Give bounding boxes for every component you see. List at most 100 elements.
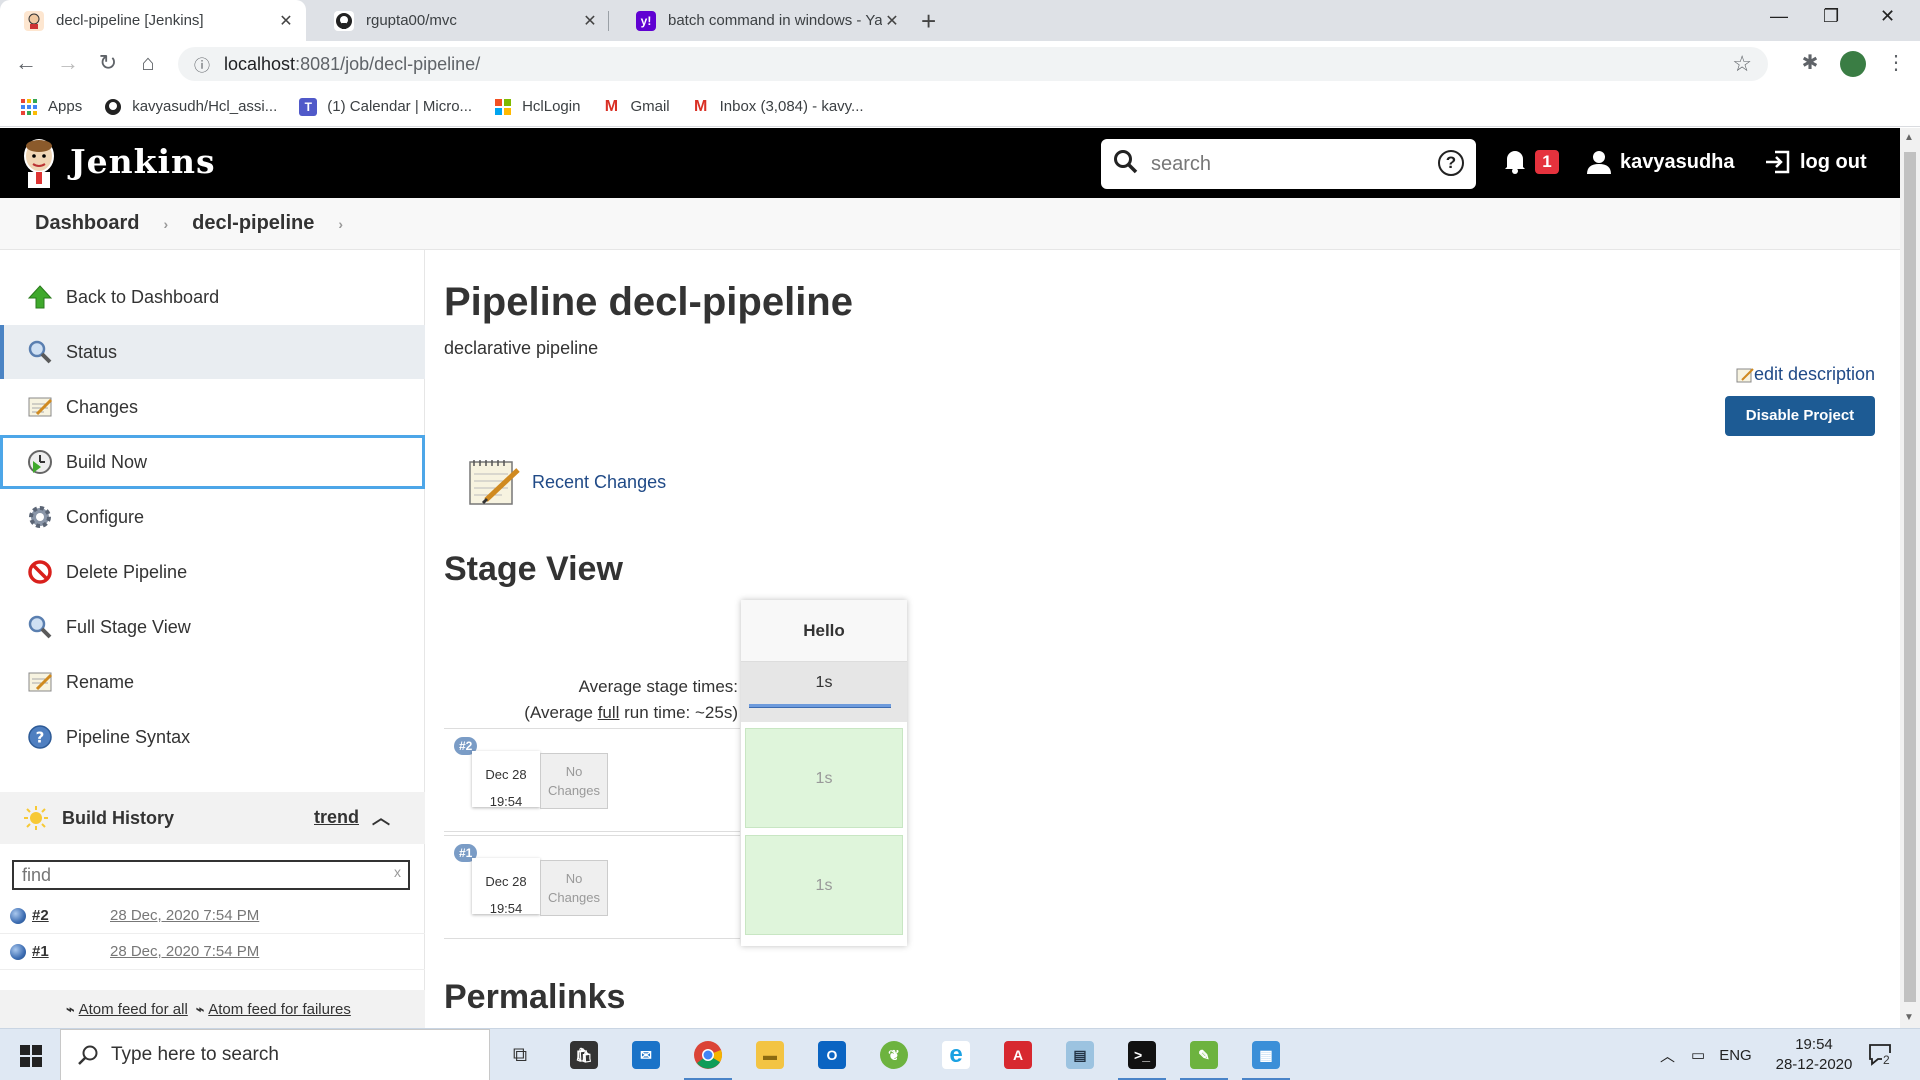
atom-feed-all-link[interactable]: Atom feed for all [79, 1001, 188, 1018]
task-pipeline-syntax[interactable]: ? Pipeline Syntax [0, 710, 425, 764]
chevron-right-icon[interactable]: › [163, 216, 168, 232]
gmail-icon: M [693, 97, 708, 115]
logout-icon[interactable] [1765, 150, 1791, 174]
build-date-link[interactable]: 28 Dec, 2020 7:54 PM [110, 907, 259, 924]
bookmark-apps[interactable]: Apps [20, 98, 82, 116]
build-date-link[interactable]: 28 Dec, 2020 7:54 PM [110, 943, 259, 960]
site-info-icon[interactable]: ⓘ [194, 52, 210, 76]
file-explorer-icon[interactable]: ▬ [742, 1029, 798, 1080]
atom-feed-failures-link[interactable]: Atom feed for failures [208, 1001, 351, 1018]
action-center-icon[interactable]: 2 [1868, 1043, 1894, 1067]
stage-run-row: #2 Dec 28 19:54 No Changes [444, 728, 740, 832]
tab-title: batch command in windows - Ya [668, 12, 882, 29]
build-number-link[interactable]: #2 [32, 907, 49, 924]
scrollbar-thumb[interactable] [1904, 152, 1916, 1002]
page-title: Pipeline decl-pipeline [444, 280, 853, 324]
page-scrollbar[interactable]: ▲ ▼ [1900, 128, 1920, 1028]
browser-tab-jenkins[interactable]: decl-pipeline [Jenkins] ✕ [0, 0, 306, 41]
chevron-right-icon[interactable]: › [338, 216, 343, 232]
average-stage-times-text: Average stage times: [578, 677, 738, 696]
task-view-icon[interactable]: ⧉ [492, 1029, 548, 1080]
task-delete-pipeline[interactable]: Delete Pipeline [0, 545, 425, 599]
battery-icon[interactable]: ▭ [1691, 1046, 1705, 1064]
breadcrumb-decl-pipeline[interactable]: decl-pipeline [192, 212, 314, 235]
control-panel-icon[interactable]: ▦ [1238, 1029, 1294, 1080]
build-date-card: Dec 28 19:54 [472, 751, 540, 809]
eclipse-icon[interactable]: ✎ [1176, 1029, 1232, 1080]
recent-changes-label: Recent Changes [532, 471, 667, 492]
clear-filter-icon[interactable]: x [394, 864, 401, 880]
avg-full-suffix: run time: ~25s) [619, 703, 738, 722]
help-icon: ? [26, 723, 54, 751]
bookmark-hcllogin[interactable]: HclLogin [494, 98, 580, 116]
recent-changes-link[interactable]: Recent Changes [466, 454, 666, 510]
help-icon[interactable]: ? [1438, 150, 1464, 176]
close-tab-icon[interactable]: ✕ [276, 11, 296, 31]
chrome-icon[interactable] [680, 1029, 736, 1080]
new-tab-icon[interactable]: + [921, 6, 936, 37]
disable-project-button[interactable]: Disable Project [1725, 396, 1875, 436]
jenkins-brand[interactable]: Jenkins [70, 142, 216, 181]
spring-tool-icon[interactable]: ❦ [866, 1029, 922, 1080]
command-prompt-icon[interactable]: >_ [1114, 1029, 1170, 1080]
scroll-up-icon[interactable]: ▲ [1904, 132, 1914, 143]
scroll-down-icon[interactable]: ▼ [1904, 1012, 1914, 1023]
taskbar-clock[interactable]: 19:54 28-12-2020 [1766, 1035, 1862, 1075]
trend-link[interactable]: trend [314, 807, 359, 828]
close-tab-icon[interactable]: ✕ [882, 11, 902, 31]
task-build-now[interactable]: Build Now [0, 435, 425, 489]
reload-icon[interactable]: ↻ [94, 50, 122, 76]
task-back-to-dashboard[interactable]: Back to Dashboard [0, 270, 425, 324]
bookmark-star-icon[interactable]: ☆ [1732, 51, 1752, 77]
mail-icon[interactable]: ✉ [618, 1029, 674, 1080]
task-status[interactable]: Status [0, 325, 425, 379]
project-description: declarative pipeline [444, 338, 599, 358]
extensions-icon[interactable]: ✱ [1796, 50, 1824, 75]
clock-play-icon [26, 448, 54, 476]
logout-link[interactable]: log out [1800, 151, 1867, 174]
browser-tab-yahoo[interactable]: y! batch command in windows - Ya ✕ [612, 0, 912, 41]
windows-start-icon[interactable] [20, 1045, 42, 1067]
taskbar-search-box[interactable]: Type here to search [60, 1029, 490, 1080]
store-icon[interactable]: 🛍 [556, 1029, 612, 1080]
task-configure[interactable]: Configure [0, 490, 425, 544]
back-icon[interactable]: ← [12, 50, 40, 76]
language-indicator[interactable]: ENG [1719, 1047, 1752, 1064]
jenkins-favicon-icon [24, 10, 44, 31]
home-icon[interactable]: ⌂ [134, 50, 162, 76]
bookmark-inbox[interactable]: M Inbox (3,084) - kavy... [692, 98, 864, 116]
task-rename[interactable]: Rename [0, 655, 425, 709]
acrobat-icon[interactable]: A [990, 1029, 1046, 1080]
bookmark-github[interactable]: kavyasudh/Hcl_assi... [104, 98, 277, 116]
chevron-up-icon[interactable]: ︿ [1660, 1045, 1675, 1066]
browser-tab-github[interactable]: rgupta00/mvc ✕ [310, 0, 610, 41]
forward-icon[interactable]: → [54, 50, 82, 76]
chevron-up-icon[interactable]: ︿ [372, 804, 390, 830]
build-number-link[interactable]: #1 [32, 943, 49, 960]
browser-menu-icon[interactable]: ⋮ [1882, 50, 1910, 75]
stage-cell-success[interactable]: 1s [745, 835, 903, 935]
minimize-icon[interactable]: — [1770, 6, 1788, 27]
search-input[interactable]: search [1151, 153, 1211, 176]
notepad-app-icon[interactable]: ▤ [1052, 1029, 1108, 1080]
stage-cell-success[interactable]: 1s [745, 728, 903, 828]
close-tab-icon[interactable]: ✕ [580, 11, 600, 31]
internet-explorer-icon[interactable]: e [928, 1029, 984, 1080]
search-box[interactable]: search ? [1101, 139, 1476, 189]
build-history-filter-input[interactable] [12, 860, 410, 890]
profile-avatar[interactable] [1840, 51, 1866, 77]
notification-badge[interactable]: 1 [1535, 150, 1559, 174]
task-changes[interactable]: Changes [0, 380, 425, 434]
edit-description-link[interactable]: edit description [1736, 364, 1875, 385]
address-bar[interactable]: ⓘ localhost:8081/job/decl-pipeline/ ☆ [178, 47, 1768, 81]
close-window-icon[interactable]: ✕ [1880, 6, 1895, 27]
restore-icon[interactable]: ❐ [1823, 6, 1839, 27]
breadcrumb-dashboard[interactable]: Dashboard [35, 212, 139, 235]
bookmark-calendar[interactable]: T (1) Calendar | Micro... [299, 97, 472, 116]
bell-icon[interactable] [1503, 148, 1527, 174]
bookmark-gmail[interactable]: M Gmail [602, 98, 670, 116]
outlook-icon[interactable]: O [804, 1029, 860, 1080]
task-full-stage-view[interactable]: Full Stage View [0, 600, 425, 654]
username-link[interactable]: kavyasudha [1620, 151, 1735, 174]
jenkins-logo-icon[interactable] [20, 138, 58, 188]
